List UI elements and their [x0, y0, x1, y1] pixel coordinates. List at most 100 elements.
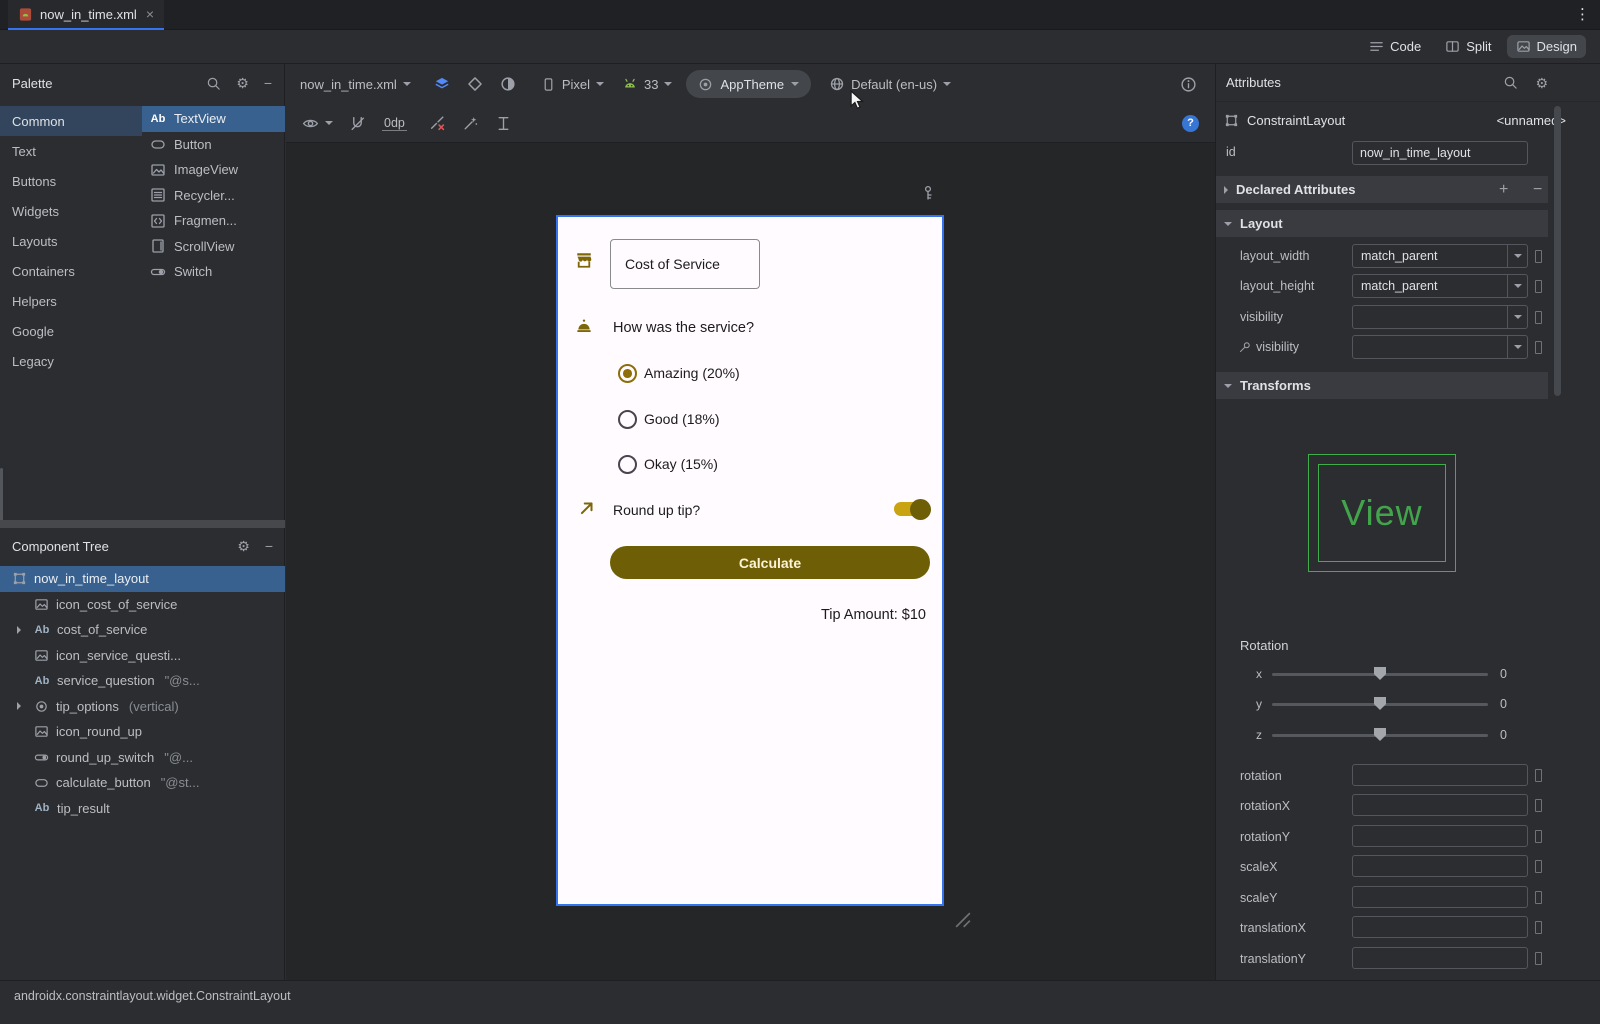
scalex-input[interactable] [1352, 855, 1528, 877]
palette-category-legacy[interactable]: Legacy [0, 346, 142, 376]
palette-category-text[interactable]: Text [0, 136, 142, 166]
palette-minimize-icon[interactable]: − [264, 76, 272, 90]
palette-search-icon[interactable] [206, 76, 221, 91]
remove-attribute-icon[interactable]: − [1533, 181, 1542, 199]
tree-item-cost-of-service[interactable]: Ab cost_of_service [0, 617, 285, 643]
slider-thumb[interactable] [1374, 697, 1386, 710]
tree-item-calculate-button[interactable]: calculate_button "@st... [0, 770, 285, 796]
service-question-label[interactable]: How was the service? [613, 320, 754, 336]
palette-item-switch[interactable]: Switch [142, 259, 285, 285]
tree-item-round-up-switch[interactable]: round_up_switch "@... [0, 745, 285, 771]
palette-item-button[interactable]: Button [142, 132, 285, 158]
flag-icon[interactable] [1535, 860, 1542, 873]
rotation-input[interactable] [1352, 764, 1528, 786]
clear-constraints-icon[interactable] [429, 115, 446, 132]
flag-icon[interactable] [1535, 311, 1542, 324]
view-options-dropdown[interactable] [302, 115, 333, 132]
palette-category-layouts[interactable]: Layouts [0, 226, 142, 256]
expand-chevron-icon[interactable] [17, 626, 21, 634]
resize-handle[interactable] [952, 909, 974, 931]
view-mode-design[interactable]: Design [1507, 35, 1586, 58]
chevron-down-icon[interactable] [1507, 336, 1527, 358]
tree-item-service-question[interactable]: Ab service_question "@s... [0, 668, 285, 694]
flag-icon[interactable] [1535, 830, 1542, 843]
flag-icon[interactable] [1535, 952, 1542, 965]
translationy-input[interactable] [1352, 947, 1528, 969]
translationx-input[interactable] [1352, 916, 1528, 938]
kebab-menu-icon[interactable]: ⋮ [1575, 5, 1590, 23]
transforms-section[interactable]: Transforms [1216, 372, 1548, 399]
infer-constraints-icon[interactable] [462, 115, 479, 132]
palette-item-textview[interactable]: Ab TextView [142, 106, 285, 132]
tab-close-icon[interactable]: × [146, 6, 154, 22]
file-dropdown[interactable]: now_in_time.xml [300, 77, 411, 92]
cost-of-service-field[interactable]: Cost of Service [610, 239, 760, 289]
design-surface-icon[interactable] [433, 75, 451, 93]
palette-gear-icon[interactable]: ⚙ [236, 76, 249, 90]
flag-icon[interactable] [1535, 250, 1542, 263]
tab-now-in-time-xml[interactable]: now_in_time.xml × [8, 0, 164, 30]
round-up-switch[interactable] [894, 502, 928, 516]
layout-section[interactable]: Layout [1216, 210, 1548, 237]
view-mode-code[interactable]: Code [1360, 35, 1430, 58]
attributes-scrollbar[interactable] [1554, 106, 1561, 396]
api-level-dropdown[interactable]: 33 [622, 76, 672, 92]
panel-splitter[interactable] [0, 520, 285, 528]
help-icon[interactable]: ? [1182, 115, 1199, 132]
autoconnect-off-icon[interactable] [349, 115, 366, 132]
id-input[interactable] [1352, 141, 1528, 165]
palette-scrollbar[interactable] [0, 468, 3, 524]
radio-okay-label[interactable]: Okay (15%) [644, 455, 718, 474]
visibility-dropdown[interactable] [1352, 305, 1528, 329]
chevron-down-icon[interactable] [1507, 306, 1527, 328]
pack-align-icon[interactable] [495, 115, 512, 132]
chevron-down-icon[interactable] [1507, 245, 1527, 267]
palette-category-containers[interactable]: Containers [0, 256, 142, 286]
radio-okay[interactable] [618, 455, 637, 474]
chevron-down-icon[interactable] [1507, 275, 1527, 297]
expand-chevron-icon[interactable] [17, 702, 21, 710]
palette-item-recyclerview[interactable]: Recycler... [142, 183, 285, 209]
night-mode-icon[interactable] [499, 75, 517, 93]
device-dropdown[interactable]: Pixel [541, 77, 604, 92]
component-tree-gear-icon[interactable]: ⚙ [237, 539, 250, 553]
declared-attributes-section[interactable]: Declared Attributes + − [1216, 176, 1548, 203]
slider-thumb[interactable] [1374, 667, 1386, 680]
issue-panel-icon[interactable] [1180, 76, 1197, 93]
flag-icon[interactable] [1535, 280, 1542, 293]
radio-good[interactable] [618, 410, 637, 429]
palette-category-google[interactable]: Google [0, 316, 142, 346]
tree-item-icon-service-question[interactable]: icon_service_questi... [0, 643, 285, 669]
radio-amazing-label[interactable]: Amazing (20%) [644, 364, 740, 383]
tree-item-tip-options[interactable]: tip_options (vertical) [0, 694, 285, 720]
tree-item-now-in-time-layout[interactable]: now_in_time_layout [0, 566, 285, 592]
palette-item-scrollview[interactable]: ScrollView [142, 234, 285, 260]
rotationx-input[interactable] [1352, 794, 1528, 816]
theme-dropdown[interactable]: AppTheme [686, 70, 811, 98]
key-icon[interactable] [920, 185, 936, 201]
palette-category-common[interactable]: Common [0, 106, 142, 136]
view-mode-split[interactable]: Split [1436, 35, 1500, 58]
flag-icon[interactable] [1535, 769, 1542, 782]
attributes-gear-icon[interactable]: ⚙ [1535, 76, 1548, 90]
tree-item-icon-cost-of-service[interactable]: icon_cost_of_service [0, 592, 285, 618]
add-attribute-icon[interactable]: + [1499, 181, 1508, 199]
palette-category-helpers[interactable]: Helpers [0, 286, 142, 316]
palette-item-imageview[interactable]: ImageView [142, 157, 285, 183]
round-up-label[interactable]: Round up tip? [613, 502, 700, 518]
palette-item-fragment[interactable]: Fragmen... [142, 208, 285, 234]
flag-icon[interactable] [1535, 921, 1542, 934]
flag-icon[interactable] [1535, 341, 1542, 354]
flag-icon[interactable] [1535, 799, 1542, 812]
design-canvas[interactable]: Cost of Service How was the service? Ama… [286, 142, 1215, 980]
blueprint-surface-icon[interactable] [466, 75, 484, 93]
rotationy-input[interactable] [1352, 825, 1528, 847]
slider-thumb[interactable] [1374, 728, 1386, 741]
tree-item-icon-round-up[interactable]: icon_round_up [0, 719, 285, 745]
tools-visibility-dropdown[interactable] [1352, 335, 1528, 359]
device-screen[interactable]: Cost of Service How was the service? Ama… [556, 215, 944, 906]
palette-category-widgets[interactable]: Widgets [0, 196, 142, 226]
palette-category-buttons[interactable]: Buttons [0, 166, 142, 196]
radio-good-label[interactable]: Good (18%) [644, 410, 719, 429]
default-margin-control[interactable]: 0dp [382, 116, 407, 131]
